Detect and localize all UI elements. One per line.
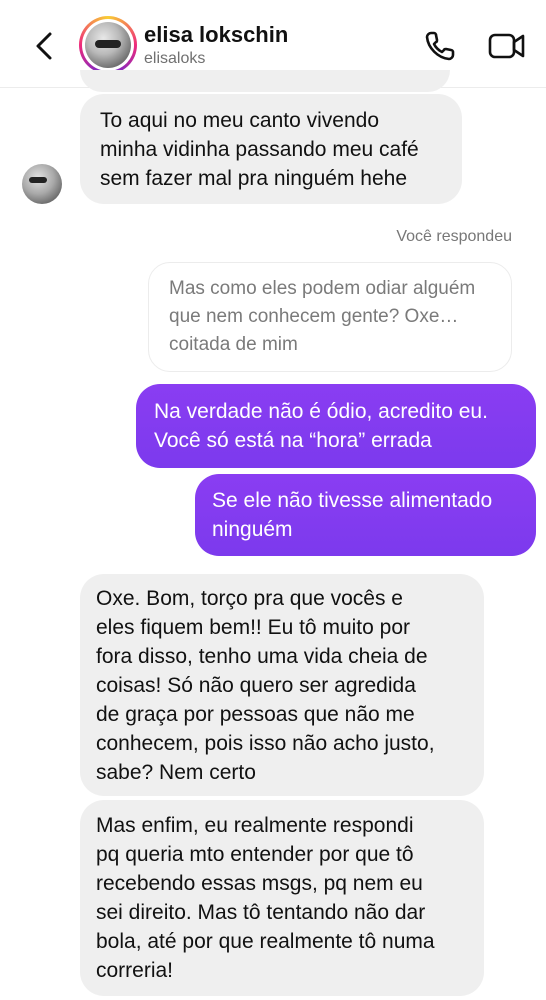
message-line: coisas! Só não quero ser agredida xyxy=(96,673,416,697)
message-line: ninguém xyxy=(212,518,293,541)
voice-call-button[interactable] xyxy=(420,26,460,66)
message-line: Você só está na “hora” errada xyxy=(154,429,432,452)
video-camera-icon xyxy=(488,33,525,59)
quoted-line: Mas como eles podem odiar alguém xyxy=(169,278,476,299)
contact-name[interactable]: elisa lokschin xyxy=(144,22,288,48)
message-line: Na verdade não é ódio, acredito eu. xyxy=(154,400,488,423)
video-call-button[interactable] xyxy=(486,26,528,66)
message-line: conhecem, pois isso não acho justo, xyxy=(96,731,435,755)
message-line: sem fazer mal pra ninguém hehe xyxy=(100,166,407,190)
message-line: recebendo essas msgs, pq nem eu xyxy=(96,872,423,895)
sender-avatar[interactable] xyxy=(22,164,62,204)
message-line: To aqui no meu canto vivendo xyxy=(100,108,380,132)
previous-message-bubble xyxy=(80,70,450,92)
message-line: correria! xyxy=(96,959,174,982)
message-line: sei direito. Mas tô tentando não dar xyxy=(96,901,426,924)
back-button[interactable] xyxy=(26,26,66,66)
message-line: pq queria mto entender por que tô xyxy=(96,843,414,866)
quoted-message[interactable]: Mas como eles podem odiar alguém que nem… xyxy=(148,262,512,372)
reply-label: Você respondeu xyxy=(396,228,512,245)
message-line: bola, até por que realmente tô numa xyxy=(96,930,435,953)
outgoing-message-bubble[interactable]: Na verdade não é ódio, acredito eu. Você… xyxy=(136,384,536,468)
message-line: eles fiquem bem!! Eu tô muito por xyxy=(96,615,410,639)
contact-handle[interactable]: elisaloks xyxy=(144,50,205,68)
message-line: fora disso, tenho uma vida cheia de xyxy=(96,644,428,668)
avatar-image xyxy=(85,22,131,68)
message-line: Mas enfim, eu realmente respondi xyxy=(96,814,414,837)
outgoing-message-bubble[interactable]: Se ele não tivesse alimentado ninguém xyxy=(195,474,536,556)
phone-icon xyxy=(425,31,455,61)
contact-avatar[interactable] xyxy=(79,16,137,74)
message-line: Se ele não tivesse alimentado xyxy=(212,489,493,512)
incoming-message-bubble[interactable]: To aqui no meu canto vivendo minha vidin… xyxy=(80,94,462,204)
quoted-line: coitada de mim xyxy=(169,334,298,355)
message-line: de graça por pessoas que não me xyxy=(96,702,415,726)
message-line: Oxe. Bom, torço pra que vocês e xyxy=(96,586,403,610)
message-line: minha vidinha passando meu café xyxy=(100,137,419,161)
incoming-message-bubble[interactable]: Mas enfim, eu realmente respondi pq quer… xyxy=(80,800,484,996)
message-line: sabe? Nem certo xyxy=(96,760,256,784)
chevron-left-icon xyxy=(36,32,52,60)
quoted-line: que nem conhecem gente? Oxe… xyxy=(169,306,459,327)
incoming-message-bubble[interactable]: Oxe. Bom, torço pra que vocês e eles fiq… xyxy=(80,574,484,796)
